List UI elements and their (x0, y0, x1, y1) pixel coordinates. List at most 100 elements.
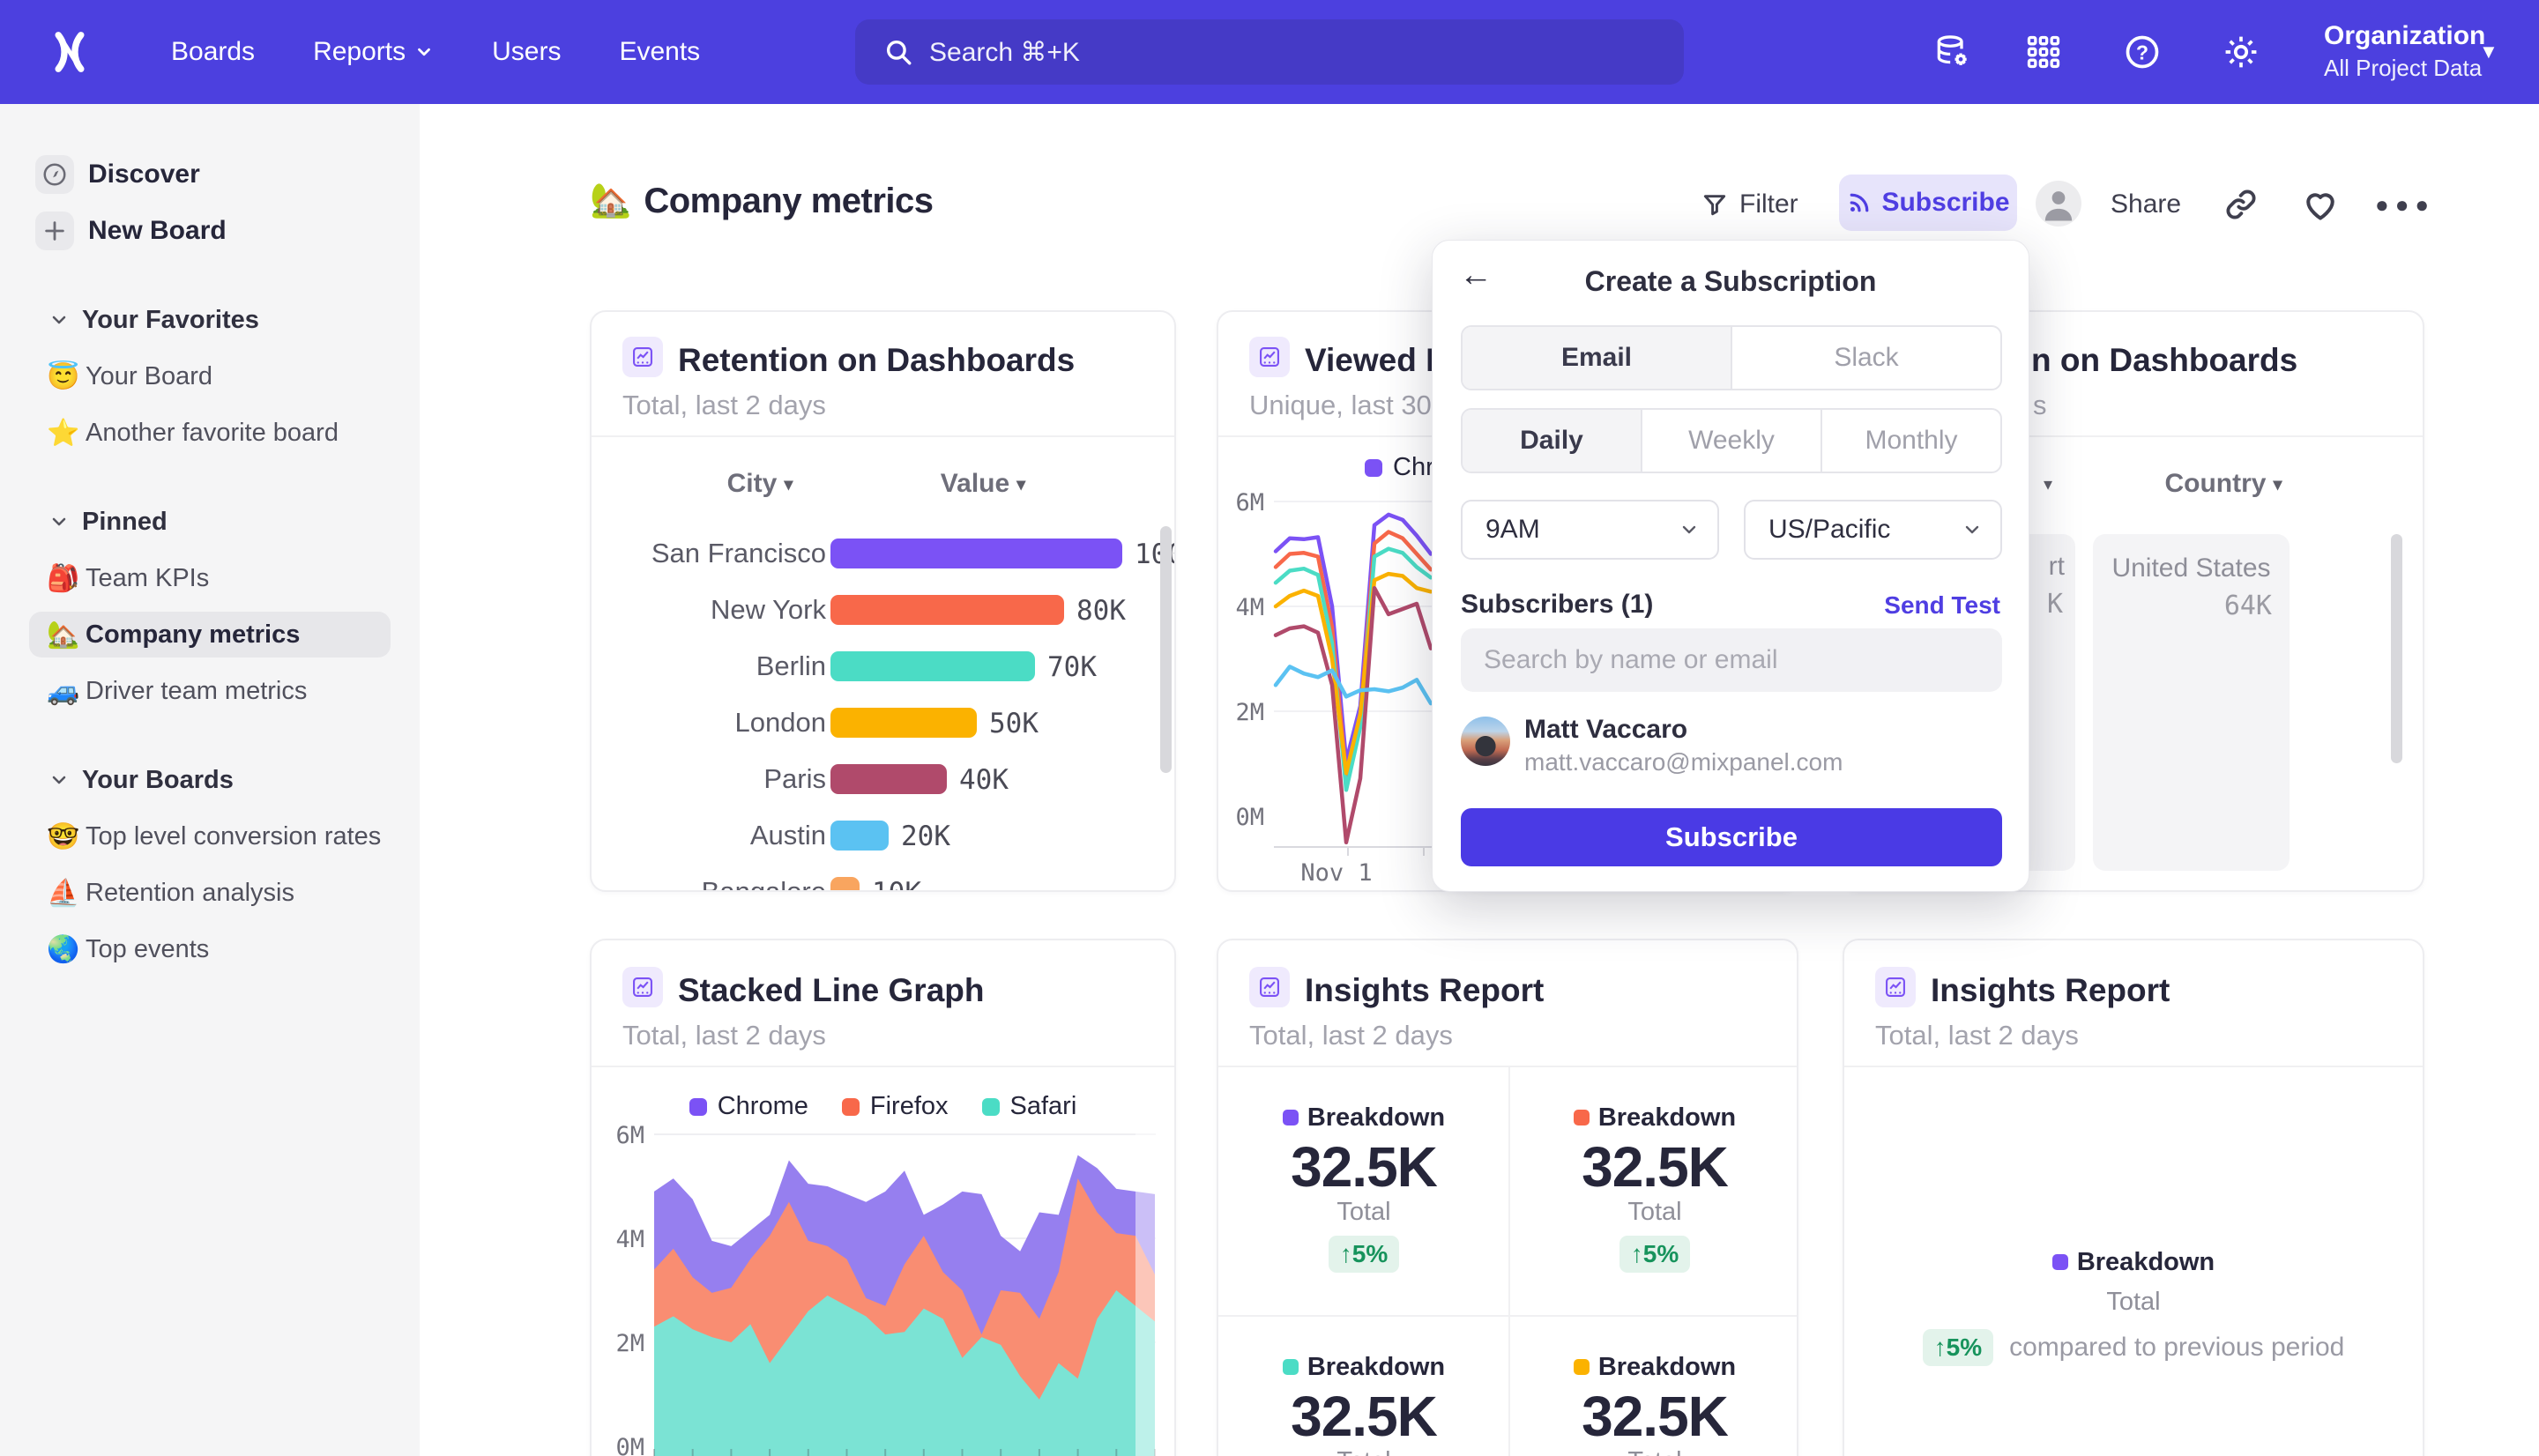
plus-icon (35, 212, 74, 250)
filter-icon (1701, 190, 1729, 219)
sidebar-item-label: Retention analysis (86, 879, 294, 908)
series-label: Breakdown (1598, 1103, 1736, 1133)
filter-button[interactable]: Filter (1701, 180, 1798, 229)
series-swatch (2052, 1254, 2068, 1270)
sidebar-item-top-level-conversion-rates[interactable]: 🤓 Top level conversion rates (29, 813, 391, 859)
report-chart-icon (622, 967, 663, 1007)
insight-metric: Breakdown 32.5K Total (1218, 1315, 1509, 1456)
sidebar-item-your-board[interactable]: 😇 Your Board (29, 353, 391, 399)
svg-text:0M: 0M (615, 1434, 644, 1456)
table-row[interactable]: London 50K (592, 695, 1174, 751)
series-label: Breakdown (1307, 1103, 1445, 1133)
subscriber-email: matt.vaccaro@mixpanel.com (1524, 748, 1843, 776)
help-icon[interactable]: ? (2123, 33, 2162, 71)
divider (592, 1066, 1174, 1067)
timezone-select[interactable]: US/Pacific (1744, 500, 2002, 560)
sidebar-section-your-favorites[interactable]: Your Favorites (29, 297, 391, 343)
send-test-link[interactable]: Send Test (1884, 591, 2000, 620)
divider (592, 435, 1174, 437)
subscriber-name: Matt Vaccaro (1524, 715, 1687, 745)
settings-gear-icon[interactable] (2222, 33, 2260, 71)
sidebar-item-driver-team-metrics[interactable]: 🚙 Driver team metrics (29, 668, 391, 714)
org-caret-icon[interactable]: ▼ (2479, 41, 2498, 63)
legend-label: Chr (1393, 453, 1434, 482)
table-row[interactable]: Berlin 70K (592, 638, 1174, 695)
subscribe-button[interactable]: Subscribe (1839, 175, 2017, 231)
sidebar-item-top-events[interactable]: 🌏 Top events (29, 926, 391, 972)
tab-weekly[interactable]: Weekly (1642, 410, 1822, 472)
nav-reports[interactable]: Reports (313, 37, 434, 67)
column-header-value[interactable]: Value▾ (917, 469, 1049, 499)
nav-boards[interactable]: Boards (171, 37, 255, 67)
column-header-city[interactable]: City▾ (694, 469, 826, 499)
more-options-button[interactable]: ●●● (2375, 180, 2435, 229)
nav-links: Boards Reports Users Events (171, 0, 700, 104)
sidebar-item-new-board[interactable]: New Board (29, 208, 391, 254)
data-management-icon[interactable] (1932, 33, 1971, 71)
value-bar (830, 708, 977, 738)
sidebar-item-label: New Board (88, 216, 227, 246)
table-row[interactable]: Austin 20K (592, 807, 1174, 864)
org-name[interactable]: Organization (2324, 21, 2485, 51)
section-header-label: Pinned (82, 508, 168, 537)
avatar[interactable] (2036, 181, 2081, 227)
report-chart-icon (1875, 967, 1916, 1007)
metric-value: 32.5K (1582, 1387, 1728, 1445)
apps-grid-icon[interactable] (2024, 33, 2063, 71)
metric-sub: Total (1337, 1447, 1390, 1456)
table-row[interactable]: Paris 40K (592, 751, 1174, 807)
nav-events[interactable]: Events (619, 37, 700, 67)
scrollbar[interactable] (2391, 534, 2402, 763)
country-panel-united-states: United States 64K (2093, 534, 2290, 871)
tab-email[interactable]: Email (1463, 327, 1732, 389)
country-value: 64K (2093, 583, 2290, 621)
country-label: United States (2093, 534, 2290, 583)
sidebar-item-another-favorite-board[interactable]: ⭐ Another favorite board (29, 410, 391, 456)
sidebar-item-label: Top level conversion rates (86, 822, 381, 851)
tab-daily[interactable]: Daily (1463, 410, 1642, 472)
caret-down-icon[interactable]: ▾ (2044, 473, 2052, 495)
metric-sub: Total (1627, 1198, 1681, 1227)
sidebar-item-label: Team KPIs (86, 564, 209, 593)
rss-icon (1846, 189, 1873, 216)
table-row[interactable]: New York 80K (592, 582, 1174, 638)
section-header-label: Your Boards (82, 766, 234, 795)
mixpanel-logo-icon[interactable] (50, 32, 89, 72)
column-header-country[interactable]: Country▾ (2157, 469, 2290, 499)
report-chart-icon (622, 337, 663, 377)
svg-text:Nov 1: Nov 1 (1300, 859, 1372, 887)
nav-users[interactable]: Users (492, 37, 561, 67)
card-insights-report-single: Insights Report Total, last 2 days Break… (1843, 939, 2424, 1456)
subscribe-submit-button[interactable]: Subscribe (1461, 808, 2002, 866)
insight-metric: Breakdown 32.5K Total ↑5% (1218, 1066, 1509, 1315)
sidebar-item-team-kpis[interactable]: 🎒 Team KPIs (29, 555, 391, 601)
sidebar-item-retention-analysis[interactable]: ⛵ Retention analysis (29, 870, 391, 916)
scrollbar[interactable] (1160, 526, 1172, 773)
tab-monthly[interactable]: Monthly (1822, 410, 2000, 472)
series-label: Breakdown (1598, 1353, 1736, 1382)
share-button[interactable]: Share (2111, 180, 2181, 229)
section-header-label: Your Favorites (82, 306, 259, 335)
person-icon (2036, 181, 2081, 227)
chevron-down-icon (48, 511, 70, 532)
table-row[interactable]: San Francisco 100K (592, 525, 1174, 582)
copy-link-icon[interactable] (2223, 186, 2260, 223)
sidebar-section-your-boards[interactable]: Your Boards (29, 757, 391, 803)
sidebar-item-discover[interactable]: Discover (29, 152, 391, 197)
svg-text:4M: 4M (615, 1226, 644, 1253)
sidebar-item-company-metrics[interactable]: 🏡 Company metrics (29, 612, 391, 657)
favorite-heart-icon[interactable] (2301, 185, 2340, 224)
value-bar (830, 877, 860, 892)
delta-badge: ↑5% (1619, 1236, 1690, 1273)
time-select-value: 9AM (1485, 515, 1540, 545)
tab-slack[interactable]: Slack (1732, 327, 2000, 389)
table-row[interactable]: Bangalore 10K (592, 864, 1174, 892)
card-title: Retention on Dashboards (678, 342, 1075, 379)
sidebar-section-pinned[interactable]: Pinned (29, 499, 391, 545)
metric-sub: Total (1627, 1447, 1681, 1456)
value-label: 40K (959, 764, 1009, 796)
search-input[interactable]: Search ⌘+K (855, 19, 1684, 85)
subscriber-search-input[interactable] (1461, 628, 2002, 692)
card-title-fragment: n on Dashboards (2031, 342, 2297, 379)
time-select[interactable]: 9AM (1461, 500, 1719, 560)
